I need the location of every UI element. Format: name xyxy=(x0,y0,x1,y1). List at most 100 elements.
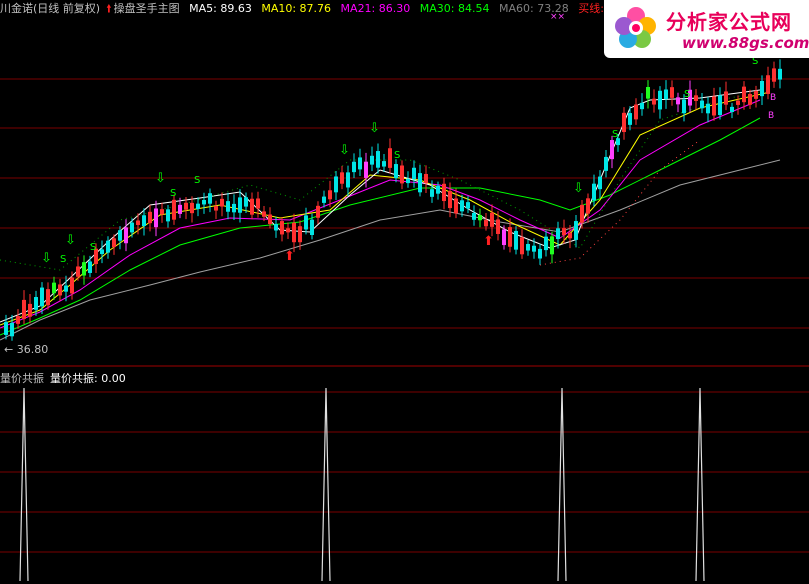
candle-body xyxy=(418,173,422,193)
candle-body xyxy=(304,215,308,230)
candle-body xyxy=(556,228,560,240)
candle-body xyxy=(40,287,44,307)
candle-body xyxy=(292,222,296,243)
candle-body xyxy=(130,222,134,233)
candle-body xyxy=(178,204,182,214)
candle-body xyxy=(766,75,770,94)
ma5-line xyxy=(0,89,761,323)
candle-body xyxy=(286,228,290,233)
candle-body xyxy=(544,236,548,251)
candle-body xyxy=(472,212,476,220)
signal-b-label: B xyxy=(768,111,774,121)
ma30-readout: MA30: 84.54 xyxy=(419,2,490,15)
ma10-readout: MA10: 87.76 xyxy=(261,2,332,15)
signal-s-label: S xyxy=(90,242,96,253)
candle-body xyxy=(700,100,704,109)
candle-body xyxy=(712,96,716,116)
sell-arrow-icon: ⇩ xyxy=(65,233,76,248)
candle-body xyxy=(376,151,380,168)
candle-body xyxy=(52,282,56,294)
candle-body xyxy=(622,112,626,133)
candle-body xyxy=(400,165,404,184)
candle-body xyxy=(208,193,212,204)
candle-body xyxy=(154,208,158,228)
candle-body xyxy=(454,198,458,214)
candle-body xyxy=(298,226,302,243)
candle-body xyxy=(280,221,284,235)
signal-b-label: B xyxy=(770,93,776,103)
sell-arrow-icon: ⇩ xyxy=(573,181,584,196)
candle-body xyxy=(196,203,200,210)
candle-body xyxy=(370,155,374,165)
candle-body xyxy=(526,243,530,251)
sell-arrow-icon: ⇩ xyxy=(155,171,166,186)
candle-body xyxy=(412,167,416,180)
price-marker: ← 36.80 xyxy=(4,343,49,356)
candle-body xyxy=(310,219,314,236)
candle-body xyxy=(406,178,410,184)
subchart-value: 量价共振: 0.00 xyxy=(50,372,126,385)
candle-body xyxy=(160,209,164,215)
candle-body xyxy=(478,215,482,221)
candle-body xyxy=(340,172,344,184)
candle-body xyxy=(682,99,686,114)
candle-body xyxy=(574,221,578,240)
candle-body xyxy=(328,190,332,200)
candle-body xyxy=(628,113,632,125)
candle-body xyxy=(634,104,638,120)
candle-body xyxy=(538,248,542,259)
candle-body xyxy=(34,297,38,310)
candle-body xyxy=(88,261,92,273)
sell-arrow-icon: ⇩ xyxy=(41,251,52,266)
price-marker-value: 36.80 xyxy=(16,343,49,356)
candle-body xyxy=(346,172,350,188)
candle-body xyxy=(82,262,86,276)
candle-body xyxy=(742,86,746,103)
up-arrow-icon: 🠙 xyxy=(106,2,112,15)
candle-body xyxy=(382,161,386,167)
candle-body xyxy=(748,93,752,105)
candle-body xyxy=(736,100,740,105)
candle-body xyxy=(268,214,272,225)
candle-body xyxy=(496,219,500,234)
ma60-line xyxy=(0,159,781,341)
subchart-header: 量价共振 量价共振: 0.00 xyxy=(0,370,126,386)
ma10-line xyxy=(0,91,771,326)
site-logo: 分析家公式网 www.88gs.com xyxy=(604,0,809,58)
candle-body xyxy=(598,176,602,190)
candle-body xyxy=(514,230,518,250)
ma21-readout: MA21: 86.30 xyxy=(340,2,411,15)
candle-body xyxy=(652,98,656,105)
candle-body xyxy=(220,198,224,207)
candle-body xyxy=(658,90,662,110)
candle-body xyxy=(604,156,608,171)
candle-body xyxy=(448,191,452,209)
sell-arrow-icon: ⇩ xyxy=(339,143,350,158)
candle-body xyxy=(706,103,710,114)
candle-body xyxy=(70,277,74,294)
candle-body xyxy=(232,203,236,213)
candle-body xyxy=(610,140,614,160)
candle-body xyxy=(28,303,32,317)
candle-body xyxy=(190,202,194,214)
signal-s-label: S xyxy=(194,175,200,186)
candle-body xyxy=(10,322,14,337)
signal-s-label: S xyxy=(170,188,176,199)
candle-body xyxy=(730,106,734,113)
indicator-name: 操盘圣手主图 xyxy=(113,2,180,15)
candle-body xyxy=(226,201,230,212)
chart-header: 川金诺(日线 前复权) 🠙 操盘圣手主图 MA5: 89.63 MA10: 87.7… xyxy=(0,0,645,16)
candle-body xyxy=(262,211,266,217)
candle-body xyxy=(670,87,674,98)
candle-body xyxy=(586,198,590,214)
candle-body xyxy=(532,245,536,252)
candle-body xyxy=(358,157,362,170)
candle-body xyxy=(466,202,470,209)
candle-body xyxy=(112,238,116,248)
signal-s-label: S xyxy=(394,150,400,161)
candle-body xyxy=(772,68,776,82)
candle-body xyxy=(100,249,104,255)
candle-body xyxy=(352,161,356,173)
candle-body xyxy=(568,232,572,239)
candle-body xyxy=(442,183,446,202)
